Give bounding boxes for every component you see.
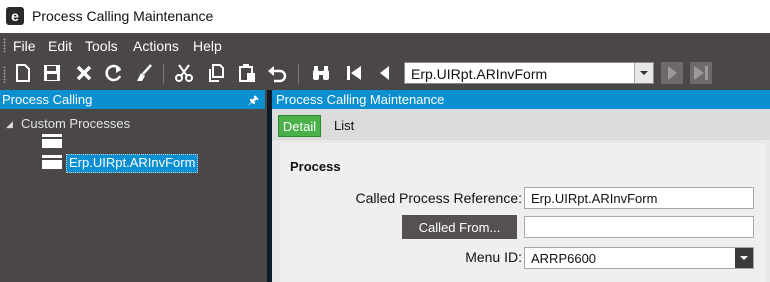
cut-icon[interactable] [173, 62, 195, 84]
toolbar [0, 58, 770, 90]
copy-icon[interactable] [205, 62, 227, 84]
menu-id-value: ARRP6600 [531, 251, 597, 266]
toolbar-separator [163, 64, 164, 84]
clear-icon[interactable] [133, 62, 155, 84]
menu-id-dropdown[interactable]: ARRP6600 [524, 247, 754, 269]
tree-node-selected[interactable]: Erp.UIRpt.ARInvForm [66, 154, 199, 173]
panel-title: Process Calling Maintenance [276, 92, 445, 107]
folder-icon [42, 155, 62, 169]
save-icon[interactable] [41, 62, 63, 84]
undo-icon[interactable] [266, 62, 288, 84]
record-selector-value: Erp.UIRpt.ARInvForm [411, 66, 548, 82]
menu-tools[interactable]: Tools [85, 38, 118, 54]
called-process-reference-field[interactable]: Erp.UIRpt.ARInvForm [524, 187, 754, 209]
toolbar-grip-icon [3, 66, 6, 83]
folder-icon [42, 134, 62, 148]
search-icon[interactable] [310, 62, 332, 84]
panel-title: Process Calling [2, 92, 93, 107]
title-bar: e Process Calling Maintenance [0, 0, 770, 33]
maintenance-panel: Process Calling Maintenance Detail List … [272, 90, 770, 282]
panel-header: Process Calling Maintenance [272, 90, 770, 109]
chevron-down-icon[interactable] [735, 248, 753, 268]
tab-detail[interactable]: Detail [278, 115, 321, 137]
paste-icon[interactable] [236, 62, 258, 84]
process-calling-panel: Process Calling 🖈 ◢ Custom Processes Erp… [0, 90, 265, 282]
menu-file[interactable]: File [13, 38, 36, 54]
called-from-field[interactable] [524, 216, 754, 238]
menu-edit[interactable]: Edit [48, 38, 72, 54]
tab-list[interactable]: List [334, 115, 354, 137]
called-process-reference-value: Erp.UIRpt.ARInvForm [531, 191, 658, 206]
menu-bar: File Edit Tools Actions Help [0, 33, 770, 58]
toolbar-separator [298, 64, 299, 84]
tree-root-custom-processes[interactable]: Custom Processes [21, 116, 130, 131]
first-record-icon[interactable] [343, 62, 365, 84]
tree-expand-icon[interactable]: ◢ [6, 119, 13, 130]
new-icon[interactable] [12, 62, 34, 84]
app-logo-icon: e [6, 7, 24, 25]
tab-strip: Detail List [272, 109, 770, 140]
record-selector-combo[interactable]: Erp.UIRpt.ARInvForm [404, 62, 654, 84]
last-record-icon[interactable] [690, 62, 712, 84]
chevron-down-icon[interactable] [634, 63, 653, 83]
next-record-icon[interactable] [661, 62, 683, 84]
called-process-reference-label: Called Process Reference: [355, 190, 522, 206]
menu-id-label: Menu ID: [465, 249, 522, 265]
pin-icon[interactable]: 🖈 [248, 91, 259, 112]
menu-help[interactable]: Help [193, 38, 222, 54]
refresh-icon[interactable] [103, 62, 125, 84]
called-from-button[interactable]: Called From... [402, 215, 517, 239]
window-title: Process Calling Maintenance [32, 8, 214, 24]
menu-actions[interactable]: Actions [133, 38, 179, 54]
previous-record-icon[interactable] [374, 62, 396, 84]
group-title: Process [290, 159, 341, 174]
panel-header: Process Calling 🖈 [0, 90, 265, 109]
menu-grip-icon [3, 38, 6, 53]
delete-icon[interactable] [73, 62, 95, 84]
